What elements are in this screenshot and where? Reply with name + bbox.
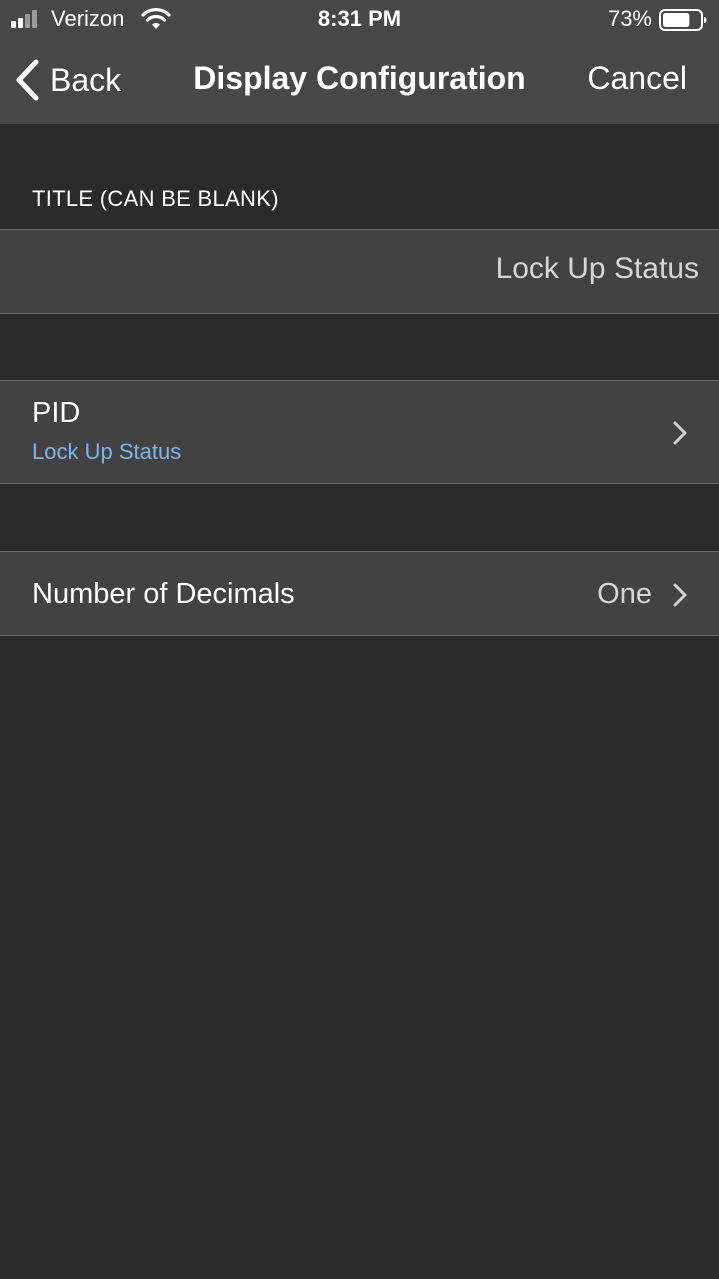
decimals-label: Number of Decimals	[32, 578, 295, 610]
top-bar: Verizon 8:31 PM 73% Back Display Configu…	[0, 0, 719, 124]
title-section-header: TITLE (CAN BE BLANK)	[32, 186, 279, 211]
status-bar: Verizon 8:31 PM 73%	[0, 0, 719, 40]
cancel-button[interactable]: Cancel	[587, 60, 687, 97]
battery-percentage: 73%	[607, 6, 652, 31]
pid-row[interactable]: PID Lock Up Status	[0, 380, 719, 484]
chevron-right-icon	[673, 583, 687, 607]
chevron-left-icon	[16, 59, 39, 101]
back-label: Back	[50, 61, 122, 98]
number-of-decimals-row[interactable]: Number of Decimals One	[0, 551, 719, 636]
chevron-right-icon	[673, 421, 687, 445]
pid-selected-value: Lock Up Status	[32, 439, 182, 464]
battery-icon	[659, 9, 707, 31]
pid-label: PID	[32, 397, 81, 429]
back-button[interactable]: Back	[14, 58, 121, 102]
display-configuration-screen: Verizon 8:31 PM 73% Back Display Configu…	[0, 0, 719, 1279]
title-field[interactable]: Lock Up Status	[496, 252, 699, 286]
title-input-cell[interactable]: Lock Up Status	[0, 229, 719, 314]
decimals-value: One	[597, 578, 652, 610]
navigation-bar: Back Display Configuration Cancel	[0, 40, 719, 124]
